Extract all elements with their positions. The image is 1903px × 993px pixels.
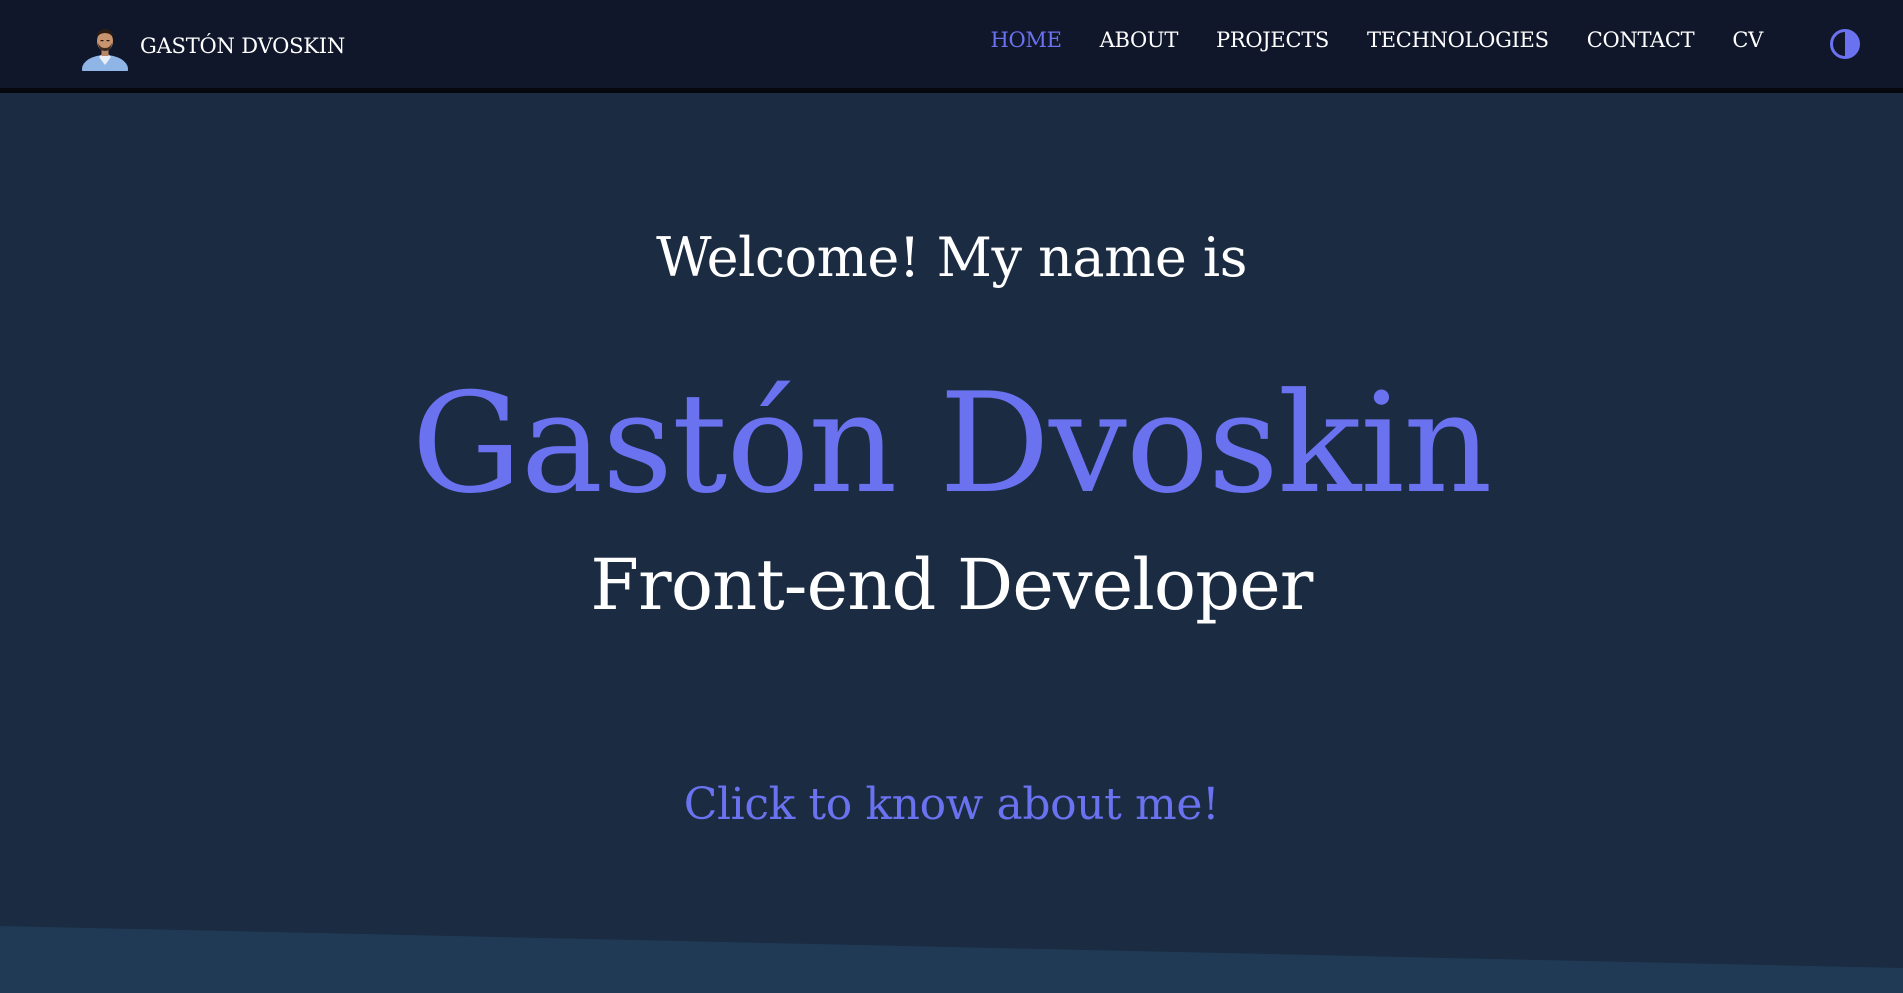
avatar <box>82 29 128 71</box>
theme-toggle-icon[interactable] <box>1829 28 1861 60</box>
section-divider <box>0 926 1903 993</box>
welcome-text: Welcome! My name is <box>656 226 1247 289</box>
navbar: GASTÓN DVOSKIN HOME ABOUT PROJECTS TECHN… <box>0 0 1903 93</box>
nav-link-technologies[interactable]: TECHNOLOGIES <box>1367 28 1549 52</box>
about-me-link[interactable]: Click to know about me! <box>0 783 1903 827</box>
hero-name: Gastón Dvoskin <box>411 363 1493 524</box>
main-nav: HOME ABOUT PROJECTS TECHNOLOGIES CONTACT… <box>952 28 1763 52</box>
nav-link-projects[interactable]: PROJECTS <box>1216 28 1329 52</box>
hero-section: Welcome! My name is Gastón Dvoskin Front… <box>0 93 1903 993</box>
hero-role: Front-end Developer <box>590 544 1313 626</box>
brand-link[interactable]: GASTÓN DVOSKIN <box>82 21 345 71</box>
nav-link-about[interactable]: ABOUT <box>1100 28 1179 52</box>
nav-link-contact[interactable]: CONTACT <box>1587 28 1695 52</box>
nav-link-home[interactable]: HOME <box>990 28 1061 52</box>
brand-name: GASTÓN DVOSKIN <box>140 34 346 58</box>
nav-link-cv[interactable]: CV <box>1732 28 1763 52</box>
